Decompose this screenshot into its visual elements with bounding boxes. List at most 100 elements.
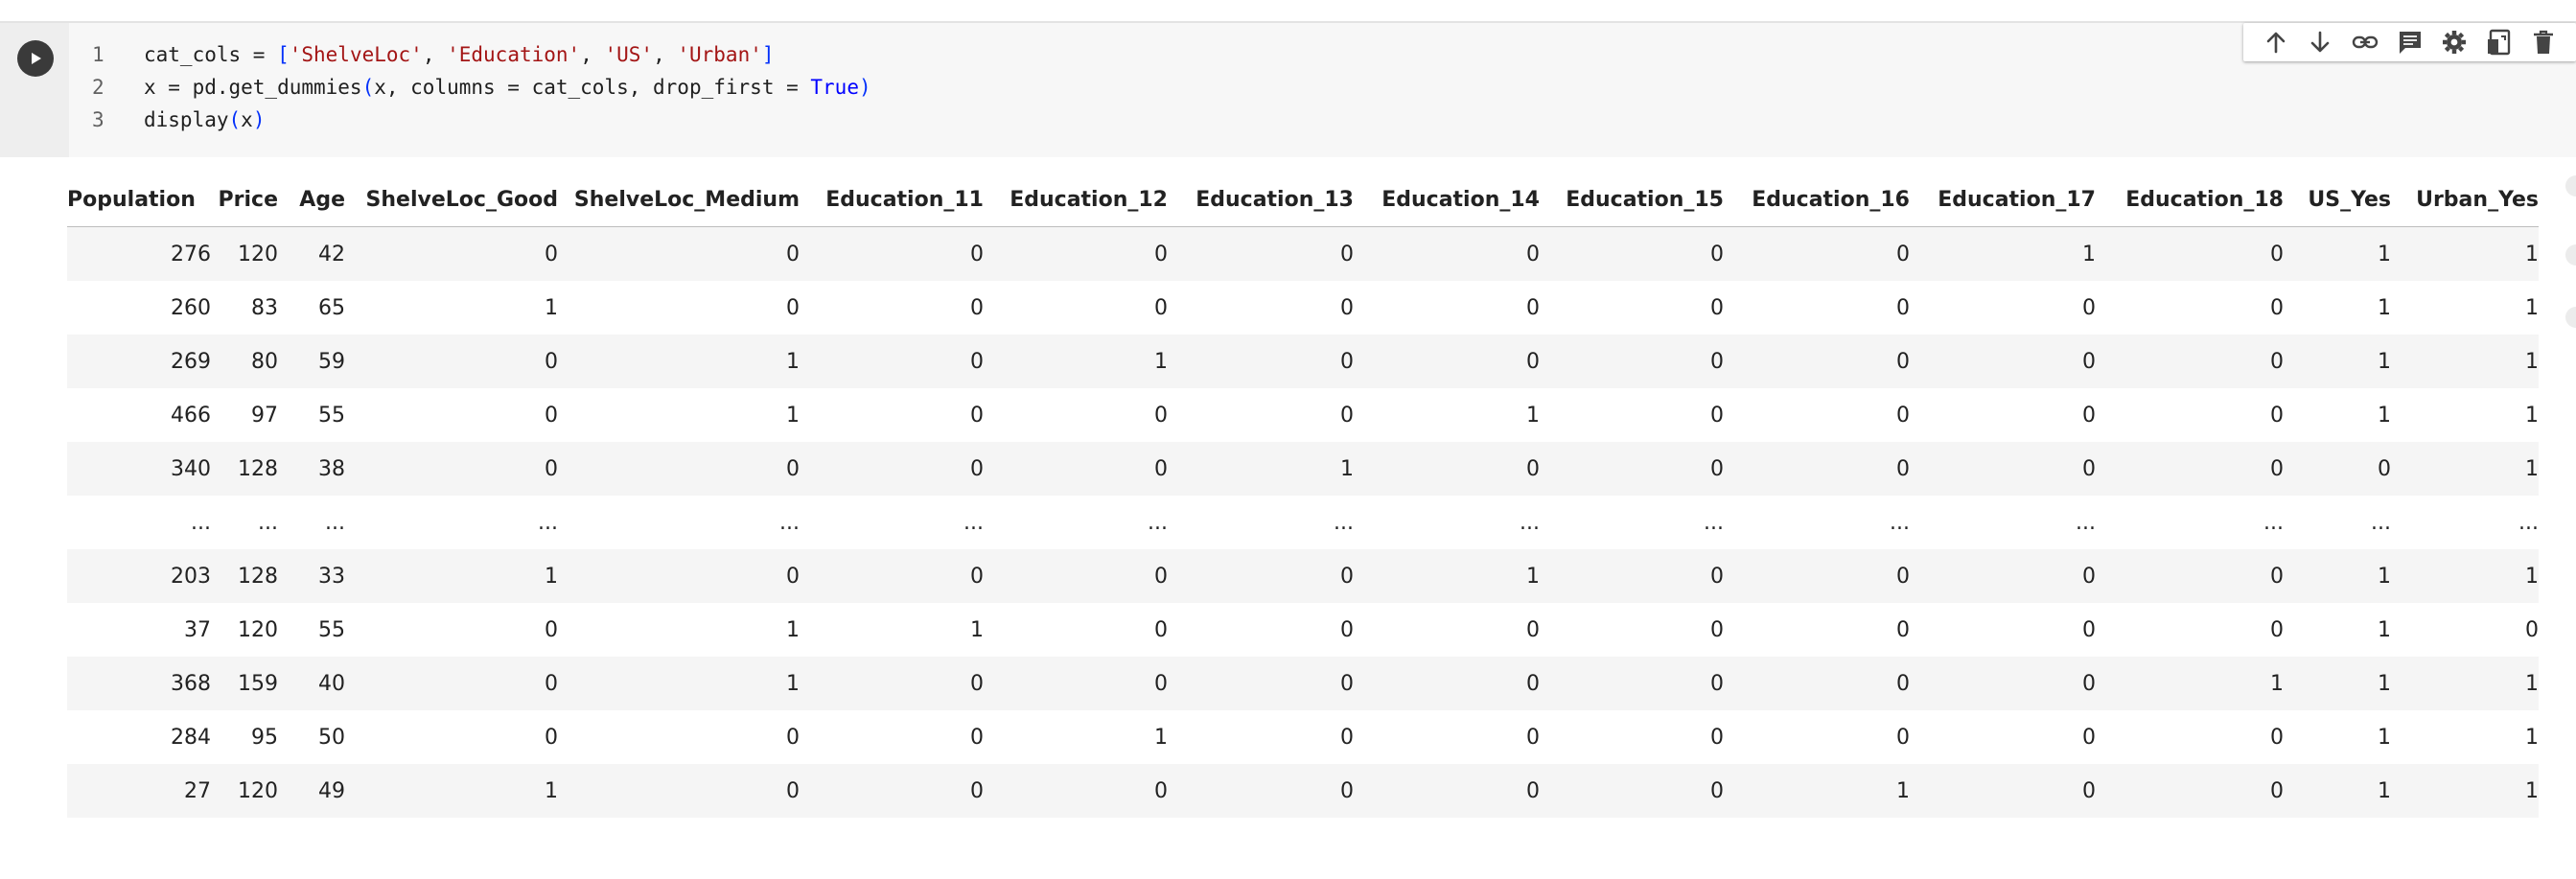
table-cell: 0 <box>2270 617 2284 642</box>
table-cell: 55 <box>318 403 345 428</box>
table-cell: ... <box>1520 510 1540 535</box>
table-cell: 1 <box>2082 242 2096 266</box>
table-cell: 0 <box>970 564 984 589</box>
table-cell: 0 <box>2082 295 2096 320</box>
table-cell: 1 <box>1526 403 1540 428</box>
table-cell: 0 <box>2270 295 2284 320</box>
table-cell: 1 <box>970 617 984 642</box>
table-cell: 0 <box>1710 242 1724 266</box>
code-line[interactable]: 1 cat_cols = ['ShelveLoc', 'Education', '… <box>69 38 1986 71</box>
cell-output: Population Price Age ShelveLoc_Good ShelveLo… <box>67 157 2576 828</box>
table-cell: 0 <box>970 725 984 750</box>
column-header: Population <box>67 173 211 227</box>
table-cell: 0 <box>1340 617 1354 642</box>
cell-toolbar <box>2243 23 2576 61</box>
table-cell: 0 <box>1154 403 1168 428</box>
table-cell: 0 <box>2270 242 2284 266</box>
code-line[interactable]: 3 display(x) <box>69 104 1986 136</box>
table-cell: 0 <box>545 403 558 428</box>
mirror-cell-button[interactable] <box>2481 24 2518 60</box>
table-cell: 95 <box>251 725 278 750</box>
run-cell-button[interactable] <box>17 40 54 77</box>
table-cell: 1 <box>2378 671 2391 696</box>
table-cell: 276 <box>171 242 211 266</box>
table-cell: 37 <box>184 617 211 642</box>
move-down-button[interactable] <box>2302 24 2338 60</box>
table-row: 466 97 55 0 1 0 0 0 1 0 0 0 0 1 1 <box>67 388 2539 442</box>
code-line[interactable]: 2 x = pd.get_dummies(x, columns = cat_col… <box>69 71 1986 104</box>
dataframe-table: Population Price Age ShelveLoc_Good ShelveLo… <box>67 173 2539 818</box>
table-cell: 1 <box>2525 671 2539 696</box>
table-cell: ... <box>538 510 558 535</box>
code-text: cat_cols = ['ShelveLoc', 'Education', 'U… <box>144 43 775 66</box>
table-cell: 83 <box>251 295 278 320</box>
table-cell: 340 <box>171 456 211 481</box>
table-cell: 0 <box>1154 617 1168 642</box>
table-cell: 0 <box>545 349 558 374</box>
table-cell: 0 <box>2082 456 2096 481</box>
table-cell: 0 <box>2525 617 2539 642</box>
table-cell: 0 <box>1710 671 1724 696</box>
table-cell: 1 <box>1896 778 1910 803</box>
table-cell: 27 <box>184 778 211 803</box>
table-cell: 0 <box>545 725 558 750</box>
table-cell: 0 <box>1340 242 1354 266</box>
table-cell: 38 <box>318 456 345 481</box>
table-cell: 0 <box>970 403 984 428</box>
code-editor[interactable]: 1 cat_cols = ['ShelveLoc', 'Education', '… <box>69 23 2576 157</box>
line-number: 2 <box>92 76 104 99</box>
table-cell: 0 <box>2270 778 2284 803</box>
table-cell: 0 <box>1526 456 1540 481</box>
table-cell: 59 <box>318 349 345 374</box>
table-cell: ... <box>1704 510 1724 535</box>
gear-icon <box>2443 31 2467 54</box>
link-icon <box>2352 35 2379 49</box>
table-row: 260 83 65 1 0 0 0 0 0 0 0 0 0 1 1 <box>67 281 2539 335</box>
table-cell: 1 <box>2525 456 2539 481</box>
copy-link-button[interactable] <box>2347 24 2383 60</box>
table-cell: 0 <box>786 456 800 481</box>
table-cell: 55 <box>318 617 345 642</box>
table-cell: 0 <box>1154 242 1168 266</box>
table-cell: 1 <box>2525 403 2539 428</box>
table-row: 368 159 40 0 1 0 0 0 0 0 0 0 1 1 1 <box>67 657 2539 710</box>
column-header: Education_15 <box>1540 173 1724 227</box>
table-cell: 1 <box>2525 295 2539 320</box>
table-cell: ... <box>1148 510 1168 535</box>
table-cell: 0 <box>1710 778 1724 803</box>
delete-cell-button[interactable] <box>2525 24 2562 60</box>
code-cell[interactable]: 1 cat_cols = ['ShelveLoc', 'Education', '… <box>0 23 2576 157</box>
cell-settings-button[interactable] <box>2436 24 2472 60</box>
table-cell: 0 <box>2082 617 2096 642</box>
column-header: Education_11 <box>800 173 984 227</box>
table-cell: 0 <box>1710 403 1724 428</box>
table-cell: 0 <box>2082 349 2096 374</box>
table-cell: 1 <box>2378 725 2391 750</box>
table-cell: 1 <box>1154 725 1168 750</box>
table-cell: 0 <box>1896 456 1910 481</box>
table-cell: 65 <box>318 295 345 320</box>
move-up-button[interactable] <box>2258 24 2294 60</box>
column-header: ShelveLoc_Medium <box>558 173 800 227</box>
table-cell: 1 <box>545 564 558 589</box>
table-cell: 1 <box>2378 349 2391 374</box>
add-comment-button[interactable] <box>2392 24 2428 60</box>
table-cell: 0 <box>1896 295 1910 320</box>
table-row: 37 120 55 0 1 1 0 0 0 0 0 0 0 1 0 <box>67 603 2539 657</box>
table-cell: 0 <box>1154 671 1168 696</box>
arrow-up-icon <box>2266 32 2285 54</box>
table-cell: 466 <box>171 403 211 428</box>
table-cell: 0 <box>1526 778 1540 803</box>
table-cell: 40 <box>318 671 345 696</box>
column-header: Education_14 <box>1354 173 1540 227</box>
table-cell: 1 <box>1526 564 1540 589</box>
table-cell: 0 <box>1896 242 1910 266</box>
play-icon <box>32 53 41 64</box>
table-cell: 368 <box>171 671 211 696</box>
table-cell: ... <box>963 510 984 535</box>
table-cell: 0 <box>545 671 558 696</box>
code-text: x = pd.get_dummies(x, columns = cat_cols… <box>144 76 871 99</box>
table-cell: 120 <box>238 617 278 642</box>
table-cell: 97 <box>251 403 278 428</box>
table-cell: 0 <box>1340 671 1354 696</box>
